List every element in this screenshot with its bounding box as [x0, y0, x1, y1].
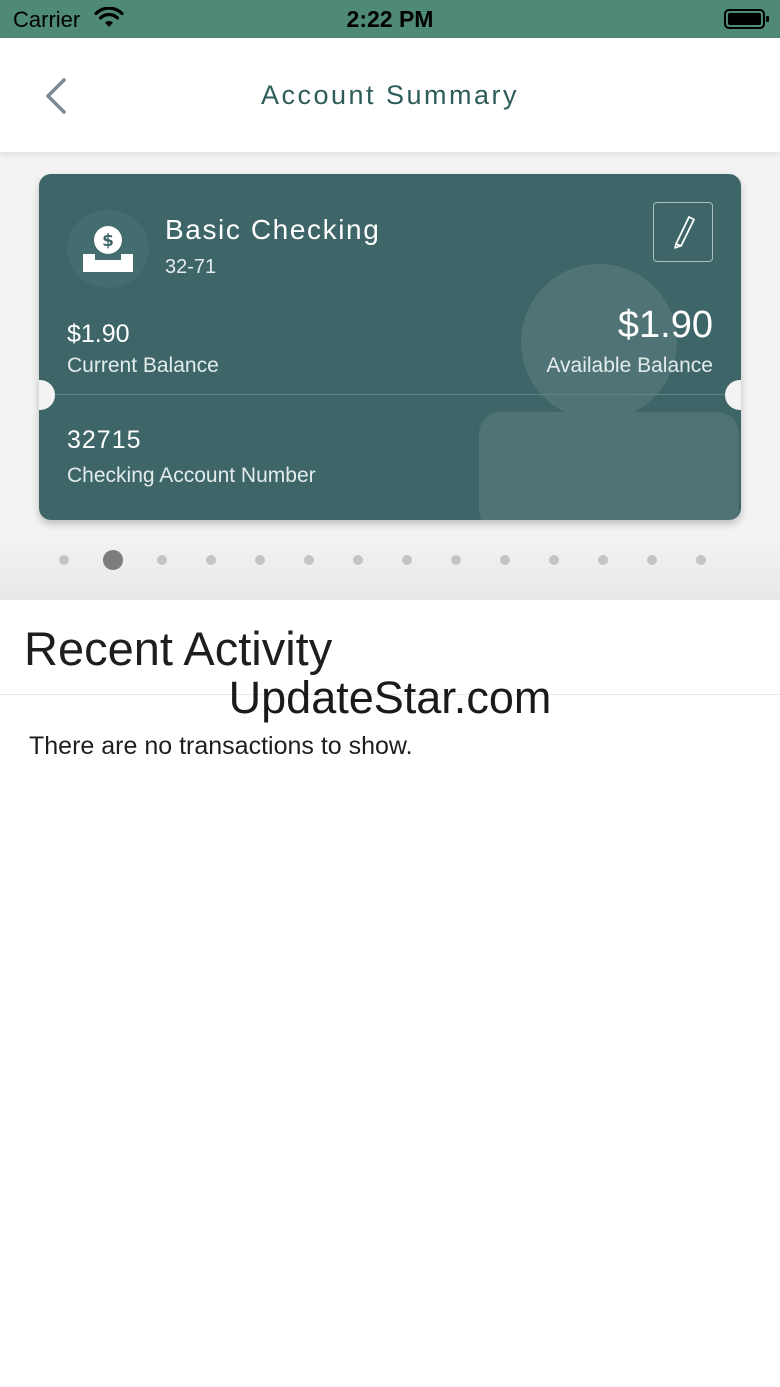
account-name: Basic Checking [165, 214, 381, 245]
empty-transactions-message: There are no transactions to show. [29, 732, 413, 760]
money-deposit-icon: $ [83, 226, 133, 272]
pencil-icon [674, 216, 695, 249]
current-balance-amount: $1.90 [67, 320, 130, 348]
page-dot[interactable] [157, 555, 167, 565]
money-deposit-watermark-icon [479, 264, 739, 520]
page-dot[interactable] [255, 555, 265, 565]
account-subtitle: 32-71 [165, 256, 217, 278]
nav-bar: Account Summary [0, 38, 780, 152]
available-balance-amount: $1.90 [617, 304, 713, 346]
page-title: Account Summary [260, 80, 520, 110]
page-dot-active[interactable] [103, 550, 123, 570]
page-dot[interactable] [402, 555, 412, 565]
page-dot[interactable] [353, 555, 363, 565]
page-dot[interactable] [59, 555, 69, 565]
edit-account-button[interactable] [653, 202, 713, 262]
account-card[interactable]: $ Basic Checking 32-71 $1.90 Current Bal… [39, 174, 741, 520]
recent-activity-heading: Recent Activity [24, 622, 333, 675]
battery-icon [724, 9, 769, 29]
svg-text:$: $ [102, 231, 114, 251]
available-balance-label: Available Balance [546, 354, 713, 377]
current-balance-label: Current Balance [67, 354, 219, 377]
page-dot[interactable] [549, 555, 559, 565]
page-dot[interactable] [451, 555, 461, 565]
card-notch-left [39, 380, 55, 410]
account-icon-badge: $ [67, 210, 149, 288]
site-watermark: UpdateStar.com [228, 672, 552, 723]
page-dot[interactable] [647, 555, 657, 565]
page-dot[interactable] [500, 555, 510, 565]
account-number-label: Checking Account Number [67, 464, 316, 487]
account-number: 32715 [67, 426, 142, 454]
status-bar: Carrier 2:22 PM [0, 0, 780, 38]
account-carousel[interactable]: $ Basic Checking 32-71 $1.90 Current Bal… [0, 152, 780, 600]
card-divider [39, 394, 741, 395]
page-indicator[interactable] [0, 550, 780, 570]
page-dot[interactable] [206, 555, 216, 565]
page-dot[interactable] [696, 555, 706, 565]
status-time: 2:22 PM [346, 6, 434, 32]
page-dot[interactable] [304, 555, 314, 565]
page-dot[interactable] [598, 555, 608, 565]
